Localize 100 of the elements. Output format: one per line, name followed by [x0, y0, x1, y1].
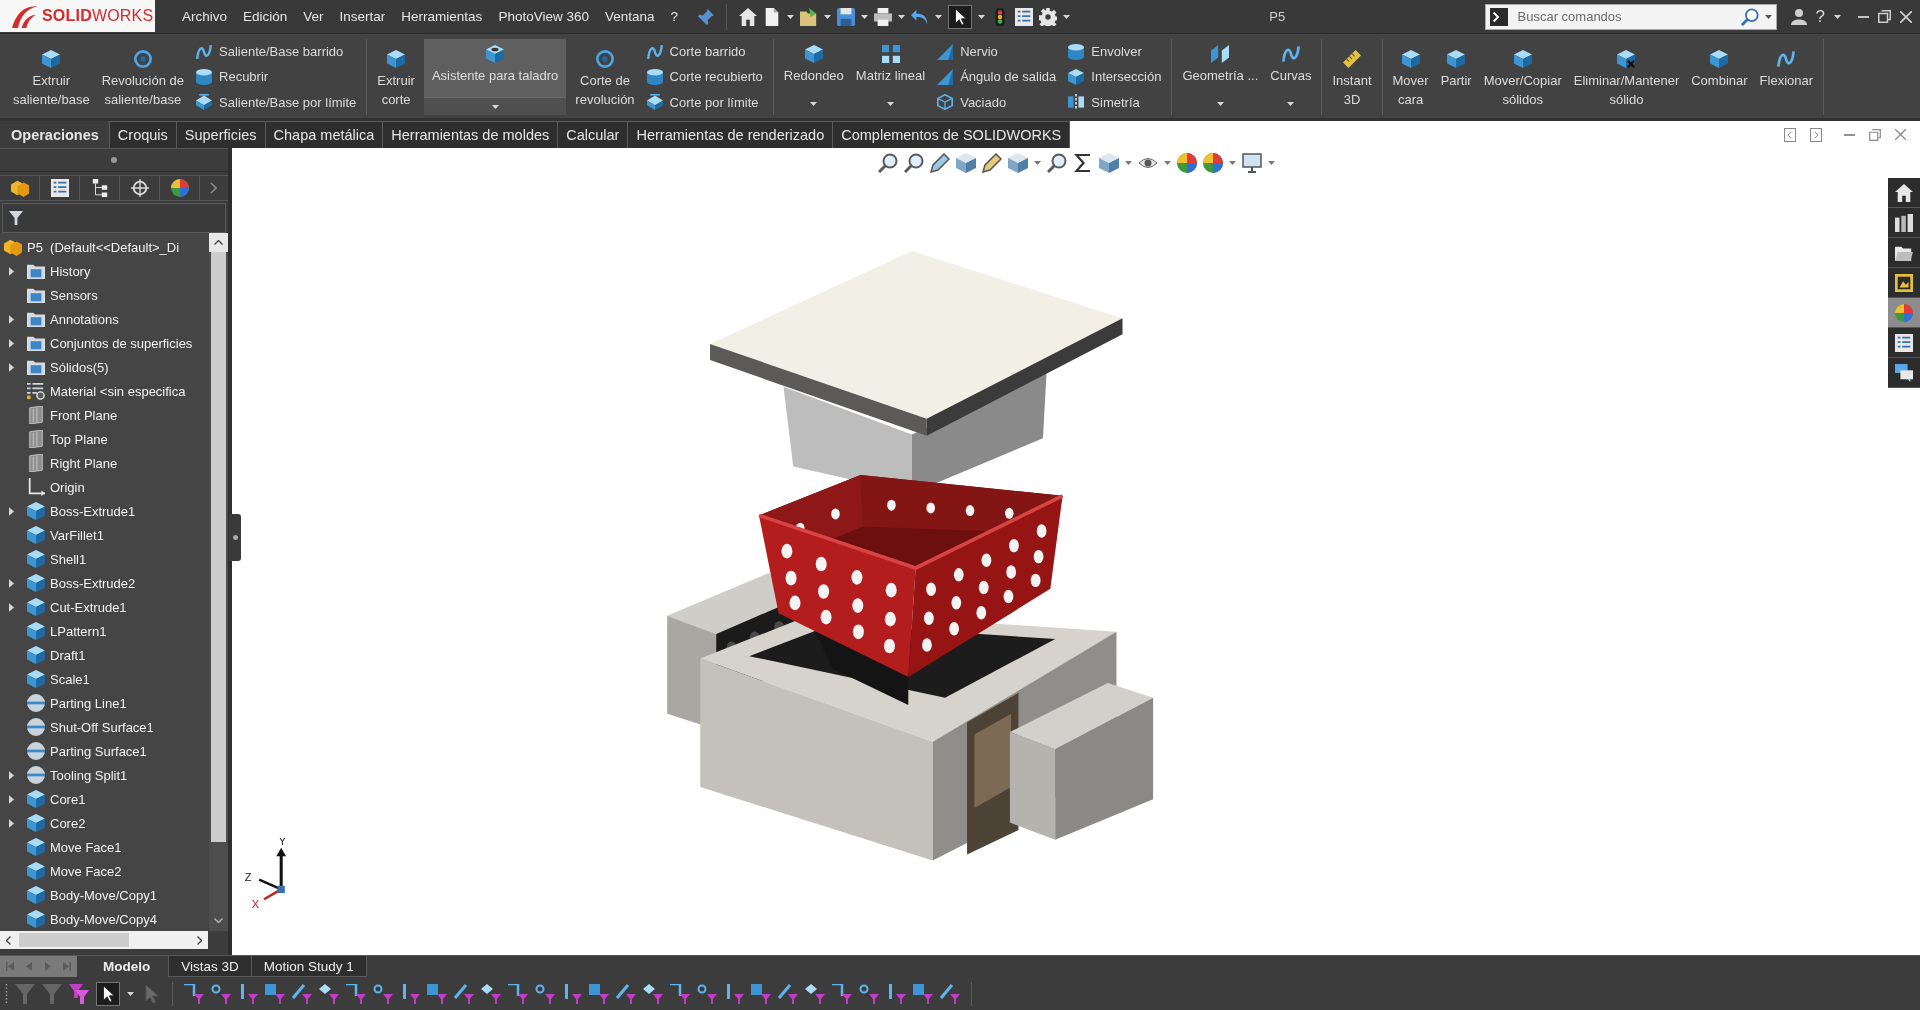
pencil-icon[interactable]: [981, 153, 1002, 173]
list-icon[interactable]: [1015, 7, 1034, 26]
filter-icon[interactable]: [724, 983, 744, 1004]
tab[interactable]: Complementos de SOLIDWORKS: [832, 121, 1071, 148]
menu-item[interactable]: Ver: [295, 7, 332, 26]
ribbon-button[interactable]: Eliminar/Mantener sólido: [1569, 39, 1684, 115]
tree-item[interactable]: Parting Line1: [50, 695, 127, 711]
menu-item[interactable]: Insertar: [331, 7, 394, 26]
home-icon[interactable]: [739, 7, 758, 26]
caret-icon[interactable]: [1124, 161, 1132, 165]
printer-icon[interactable]: [874, 7, 893, 26]
tree-item[interactable]: Body-Move/Copy4: [50, 911, 157, 927]
pin-icon[interactable]: [698, 8, 715, 25]
filter-icon[interactable]: [940, 983, 960, 1004]
cube-icon[interactable]: [1007, 153, 1028, 173]
filter-icon[interactable]: [832, 983, 852, 1004]
scrollbar-thumb[interactable]: [211, 252, 226, 842]
tab[interactable]: Herramientas de renderizado: [627, 121, 834, 148]
tree-item[interactable]: Top Plane: [50, 431, 108, 447]
caret-icon[interactable]: [978, 14, 986, 19]
expand-arrow-icon[interactable]: [8, 362, 14, 372]
tab[interactable]: Motion Study 1: [250, 956, 367, 977]
folder-arrow-icon[interactable]: [800, 7, 819, 26]
caret-icon[interactable]: [935, 14, 943, 19]
ribbon-button[interactable]: Partir: [1436, 39, 1476, 115]
filter-icon[interactable]: [778, 983, 798, 1004]
tree-item[interactable]: LPattern1: [50, 623, 107, 639]
cursor-icon[interactable]: [96, 981, 120, 1006]
tab[interactable]: Calcular: [557, 121, 629, 148]
cursor-icon[interactable]: [948, 4, 973, 29]
caret-icon[interactable]: [127, 991, 134, 996]
menu-item[interactable]: Archivo: [174, 7, 235, 26]
color-ball-icon[interactable]: [1176, 153, 1197, 173]
filter-icon[interactable]: [319, 983, 339, 1004]
panel-left-icon[interactable]: [1784, 127, 1796, 142]
cube-icon[interactable]: [1098, 153, 1119, 173]
filter-icon[interactable]: [427, 983, 447, 1004]
filter-icon[interactable]: [751, 983, 771, 1004]
filter-icon[interactable]: [886, 983, 906, 1004]
minimize-icon[interactable]: [1858, 15, 1869, 18]
filter-icon[interactable]: [805, 983, 825, 1004]
filter-icon[interactable]: [346, 983, 366, 1004]
ribbon-button[interactable]: Corte de revolución: [571, 39, 639, 115]
ribbon-button[interactable]: Asistente para taladro: [423, 39, 567, 97]
ribbon-button[interactable]: Mover/Copiar sólidos: [1479, 39, 1566, 115]
filter-icon[interactable]: [184, 983, 204, 1004]
ribbon-button[interactable]: Extruir saliente/base: [9, 39, 94, 115]
tab[interactable]: Vistas 3D: [168, 956, 252, 977]
tree-item[interactable]: Tooling Split1: [50, 767, 128, 783]
expand-arrow-icon[interactable]: [8, 602, 14, 612]
minimize-icon[interactable]: [1844, 133, 1855, 136]
gear-icon[interactable]: [1039, 7, 1058, 26]
expand-arrow-icon[interactable]: [8, 578, 14, 588]
tree-item[interactable]: History: [50, 263, 91, 279]
expand-arrow-icon[interactable]: [8, 314, 14, 324]
magnifier-icon[interactable]: [1046, 153, 1067, 173]
chevron-left-icon[interactable]: [6, 935, 11, 945]
tree-item[interactable]: VarFillet1: [50, 527, 104, 543]
tab[interactable]: Operaciones: [0, 121, 110, 148]
filter-icon[interactable]: [238, 983, 258, 1004]
ribbon-button[interactable]: Recubrir: [194, 64, 359, 90]
expand-arrow-icon[interactable]: [8, 794, 14, 804]
ribbon-button[interactable]: Flexionar: [1755, 39, 1818, 115]
ribbon-button[interactable]: Corte por límite: [644, 89, 765, 115]
tree-item[interactable]: Sólidos(5): [50, 359, 109, 375]
ribbon-button[interactable]: Geometría ...: [1178, 39, 1263, 115]
filter-icon[interactable]: [265, 983, 285, 1004]
tree-item[interactable]: Scale1: [50, 671, 90, 687]
filter-icon[interactable]: [589, 983, 609, 1004]
caret-icon[interactable]: [1267, 161, 1275, 165]
search-icon[interactable]: [1740, 7, 1759, 26]
caret-icon[interactable]: [1764, 14, 1772, 19]
ribbon-button[interactable]: Instant 3D: [1328, 39, 1376, 115]
ribbon-button[interactable]: Saliente/Base por límite: [194, 89, 359, 115]
menu-item[interactable]: Ventana: [596, 7, 663, 26]
tree-item[interactable]: Boss-Extrude2: [50, 575, 136, 591]
tree-item[interactable]: Core2: [50, 815, 86, 831]
expand-arrow-icon[interactable]: [8, 506, 14, 516]
ribbon-button[interactable]: Redondeo: [779, 39, 848, 115]
caret-icon[interactable]: [1033, 161, 1041, 165]
ribbon-button[interactable]: Corte recubierto: [644, 64, 765, 90]
caret-icon[interactable]: [1834, 14, 1841, 19]
tab[interactable]: Herramientas de moldes: [382, 121, 559, 148]
restore-icon[interactable]: [1878, 10, 1891, 23]
search-bar[interactable]: Buscar comandos: [1484, 3, 1777, 30]
filter-icon[interactable]: [400, 983, 420, 1004]
close-icon[interactable]: [1895, 129, 1906, 140]
scrollbar-thumb[interactable]: [19, 933, 129, 947]
tree-item[interactable]: Cut-Extrude1: [50, 599, 127, 615]
magnifier-icon[interactable]: [877, 153, 898, 173]
tree-item[interactable]: Draft1: [50, 647, 86, 663]
sum-icon[interactable]: [1072, 153, 1093, 173]
ribbon-button[interactable]: Intersección: [1066, 64, 1164, 90]
tree-item[interactable]: Boss-Extrude1: [50, 503, 136, 519]
caret-icon[interactable]: [787, 14, 795, 19]
ribbon-button[interactable]: Revolución de saliente/base: [97, 39, 188, 115]
restore-icon[interactable]: [1869, 128, 1881, 141]
color-ball-icon[interactable]: [1202, 153, 1223, 173]
tree-item[interactable]: Move Face1: [50, 839, 122, 855]
tree-item[interactable]: Sensors: [50, 287, 98, 303]
